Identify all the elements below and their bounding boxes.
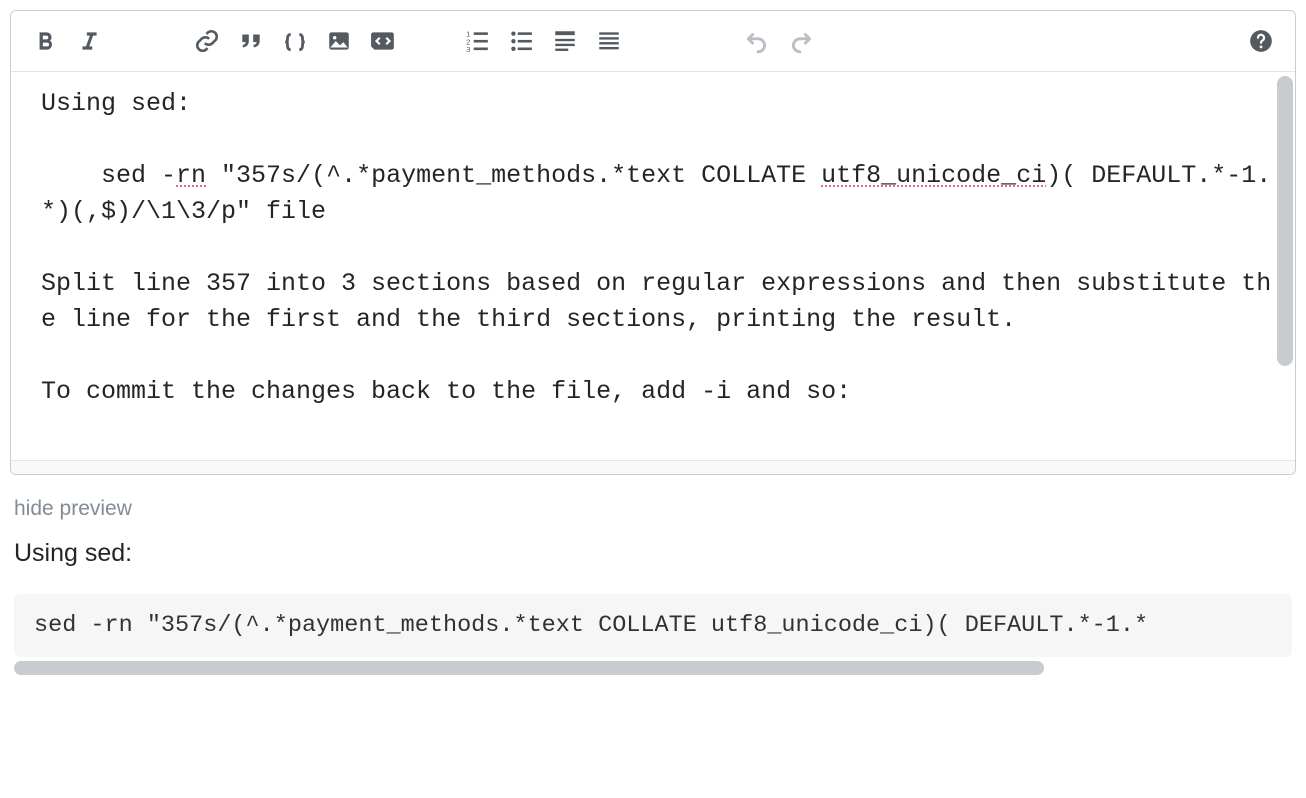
link-button[interactable] (187, 21, 227, 61)
quote-button[interactable] (231, 21, 271, 61)
editor-line: Using sed: (41, 89, 191, 118)
redo-button[interactable] (781, 21, 821, 61)
svg-text:3: 3 (466, 45, 470, 54)
italic-button[interactable] (69, 21, 109, 61)
numbered-list-button[interactable]: 123 (457, 21, 497, 61)
preview-code-block: sed -rn "357s/(^.*payment_methods.*text … (14, 594, 1292, 657)
horizontal-rule-button[interactable] (589, 21, 629, 61)
editor-toolbar: 123 (11, 11, 1295, 72)
snippet-button[interactable] (363, 21, 403, 61)
spellcheck-mark: utf8_unicode_ci (821, 161, 1046, 190)
help-button[interactable] (1241, 21, 1281, 61)
undo-button[interactable] (737, 21, 777, 61)
code-button[interactable] (275, 21, 315, 61)
editor-scrollbar-thumb[interactable] (1277, 76, 1293, 366)
hide-preview-link[interactable]: hide preview (14, 497, 132, 521)
editor-container: 123 Using sed: sed -rn "357s/(^.*payment… (10, 10, 1296, 475)
editor-content[interactable]: Using sed: sed -rn "357s/(^.*payment_met… (11, 72, 1295, 460)
bold-button[interactable] (25, 21, 65, 61)
editor-resize-handle[interactable] (11, 460, 1295, 474)
editor-line: To commit the changes back to the file, … (41, 377, 851, 406)
preview-horizontal-scrollbar-thumb[interactable] (14, 661, 1044, 675)
heading-button[interactable] (545, 21, 585, 61)
preview-horizontal-scrollbar[interactable] (14, 661, 1292, 675)
bulleted-list-button[interactable] (501, 21, 541, 61)
editor-textarea[interactable]: Using sed: sed -rn "357s/(^.*payment_met… (11, 72, 1295, 460)
image-button[interactable] (319, 21, 359, 61)
preview-section: hide preview Using sed: sed -rn "357s/(^… (10, 497, 1296, 675)
preview-heading: Using sed: (14, 539, 1292, 568)
spellcheck-mark: rn (176, 161, 206, 190)
editor-line: Split line 357 into 3 sections based on … (41, 269, 1271, 334)
editor-line: sed -rn "357s/(^.*payment_methods.*text … (41, 161, 1271, 226)
